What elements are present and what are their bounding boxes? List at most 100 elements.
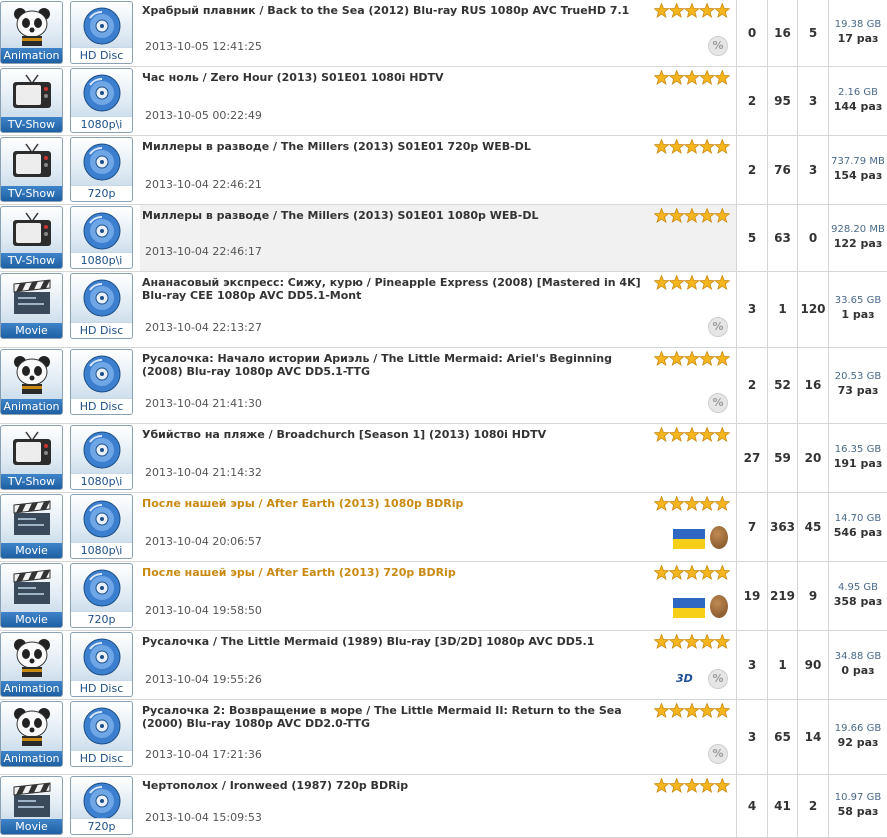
table-row: Animation HD Disc Русалочка / The Little M… [0, 631, 887, 700]
table-row: Animation HD Disc Храбрый плавник / Back t… [0, 0, 887, 67]
torrent-title-link[interactable]: Миллеры в разводе / The Millers (2013) S… [142, 209, 650, 222]
completed-cell: 5 [797, 0, 828, 66]
format-label: HD Disc [71, 680, 132, 696]
completed: 20 [804, 451, 822, 465]
format-label: 1080p\i [71, 542, 132, 558]
category-label: TV-Show [1, 117, 62, 132]
download-count: 122 раз [833, 237, 883, 250]
format-icon[interactable]: HD Disc [70, 632, 133, 697]
size-cell: 2.16 GB 144 раз [828, 67, 887, 135]
leechers-cell: 219 [767, 562, 797, 630]
upload-date: 2013-10-04 22:46:21 [145, 178, 262, 191]
table-row: Movie 1080p\i После нашей эры / After Eart… [0, 493, 887, 562]
seeders-cell: 4 [736, 775, 767, 837]
format-icon[interactable]: HD Disc [70, 349, 133, 415]
format-icon[interactable]: 1080p\i [70, 494, 133, 559]
completed-cell: 14 [797, 700, 828, 774]
completed: 2 [808, 799, 818, 813]
category-icon-movie[interactable]: Movie [0, 273, 63, 339]
ukraine-flag-icon [673, 598, 705, 618]
torrent-title-link[interactable]: Чертополох / Ironweed (1987) 720p BDRip [142, 779, 650, 792]
file-size: 4.95 GB [837, 582, 879, 593]
completed-cell: 90 [797, 631, 828, 699]
completed-cell: 0 [797, 205, 828, 271]
torrent-info: Чертополох / Ironweed (1987) 720p BDRip 2… [140, 775, 736, 837]
category-label: Animation [1, 751, 62, 766]
size-cell: 33.65 GB 1 раз [828, 272, 887, 347]
torrent-title-link[interactable]: Миллеры в разводе / The Millers (2013) S… [142, 140, 650, 153]
leechers-cell: 63 [767, 205, 797, 271]
seeders: 2 [747, 163, 757, 177]
category-icon-animation[interactable]: Animation [0, 349, 63, 415]
potato-icon [710, 526, 728, 549]
torrent-title-link[interactable]: Русалочка: Начало истории Ариэль / The L… [142, 352, 650, 378]
size-cell: 19.38 GB 17 раз [828, 0, 887, 66]
table-row: TV-Show 720p Миллеры в разводе / The Mille… [0, 136, 887, 205]
format-icon[interactable]: HD Disc [70, 273, 133, 339]
completed-cell: 3 [797, 136, 828, 204]
download-count: 546 раз [833, 526, 883, 539]
format-icon[interactable]: 720p [70, 137, 133, 202]
seeders-cell: 2 [736, 136, 767, 204]
size-cell: 34.88 GB 0 раз [828, 631, 887, 699]
rating-stars [653, 350, 731, 367]
torrent-title-link[interactable]: Ананасовый экспресс: Сижу, курю / Pineap… [142, 276, 650, 302]
leechers: 95 [774, 94, 791, 108]
upload-date: 2013-10-04 21:14:32 [145, 466, 262, 479]
download-count: 144 раз [833, 100, 883, 113]
table-row: Animation HD Disc Русалочка 2: Возвращение… [0, 700, 887, 775]
torrent-title-link[interactable]: После нашей эры / After Earth (2013) 108… [142, 497, 650, 510]
completed: 0 [808, 231, 818, 245]
seeders: 3 [747, 302, 757, 316]
leechers-cell: 95 [767, 67, 797, 135]
category-icon-movie[interactable]: Movie [0, 563, 63, 628]
download-count: 73 раз [837, 384, 879, 397]
file-size: 19.66 GB [834, 723, 882, 734]
category-icon-movie[interactable]: Movie [0, 494, 63, 559]
format-icon[interactable]: 1080p\i [70, 206, 133, 269]
size-cell: 10.97 GB 58 раз [828, 775, 887, 837]
file-size: 10.97 GB [834, 792, 882, 803]
seeders: 19 [743, 589, 761, 603]
torrent-title-link[interactable]: Час ноль / Zero Hour (2013) S01E01 1080i… [142, 71, 650, 84]
table-row: Movie 720p После нашей эры / After Earth (… [0, 562, 887, 631]
category-icon-tvshow[interactable]: TV-Show [0, 425, 63, 490]
torrent-info: Миллеры в разводе / The Millers (2013) S… [140, 205, 736, 271]
rating-stars [653, 495, 731, 512]
leechers: 219 [769, 589, 796, 603]
file-size: 2.16 GB [837, 87, 879, 98]
file-size: 34.88 GB [834, 651, 882, 662]
completed: 16 [804, 378, 822, 392]
torrent-title-link[interactable]: После нашей эры / After Earth (2013) 720… [142, 566, 650, 579]
seeders-cell: 27 [736, 424, 767, 492]
download-count: 92 раз [837, 736, 879, 749]
category-label: Animation [1, 48, 62, 63]
size-cell: 4.95 GB 358 раз [828, 562, 887, 630]
torrent-title-link[interactable]: Храбрый плавник / Back to the Sea (2012)… [142, 4, 650, 17]
leechers: 1 [778, 658, 787, 672]
category-icon-animation[interactable]: Animation [0, 1, 63, 64]
category-icon-tvshow[interactable]: TV-Show [0, 137, 63, 202]
format-icon[interactable]: 720p [70, 776, 133, 835]
category-icon-animation[interactable]: Animation [0, 701, 63, 767]
torrent-title-link[interactable]: Русалочка 2: Возвращение в море / The Li… [142, 704, 650, 730]
rating-stars [653, 633, 731, 650]
format-icon[interactable]: HD Disc [70, 1, 133, 64]
torrent-title-link[interactable]: Русалочка / The Little Mermaid (1989) Bl… [142, 635, 650, 648]
category-label: Movie [1, 819, 62, 834]
category-icon-tvshow[interactable]: TV-Show [0, 206, 63, 269]
category-icon-movie[interactable]: Movie [0, 776, 63, 835]
format-icon[interactable]: 1080p\i [70, 68, 133, 133]
torrent-title-link[interactable]: Убийство на пляже / Broadchurch [Season … [142, 428, 650, 441]
format-icon[interactable]: HD Disc [70, 701, 133, 767]
torrent-info: Русалочка: Начало истории Ариэль / The L… [140, 348, 736, 423]
leechers: 363 [769, 520, 796, 534]
seeders-cell: 19 [736, 562, 767, 630]
seeders-cell: 3 [736, 631, 767, 699]
category-icon-animation[interactable]: Animation [0, 632, 63, 697]
format-icon[interactable]: 720p [70, 563, 133, 628]
completed-cell: 45 [797, 493, 828, 561]
format-icon[interactable]: 1080p\i [70, 425, 133, 490]
category-icon-tvshow[interactable]: TV-Show [0, 68, 63, 133]
leechers-cell: 76 [767, 136, 797, 204]
